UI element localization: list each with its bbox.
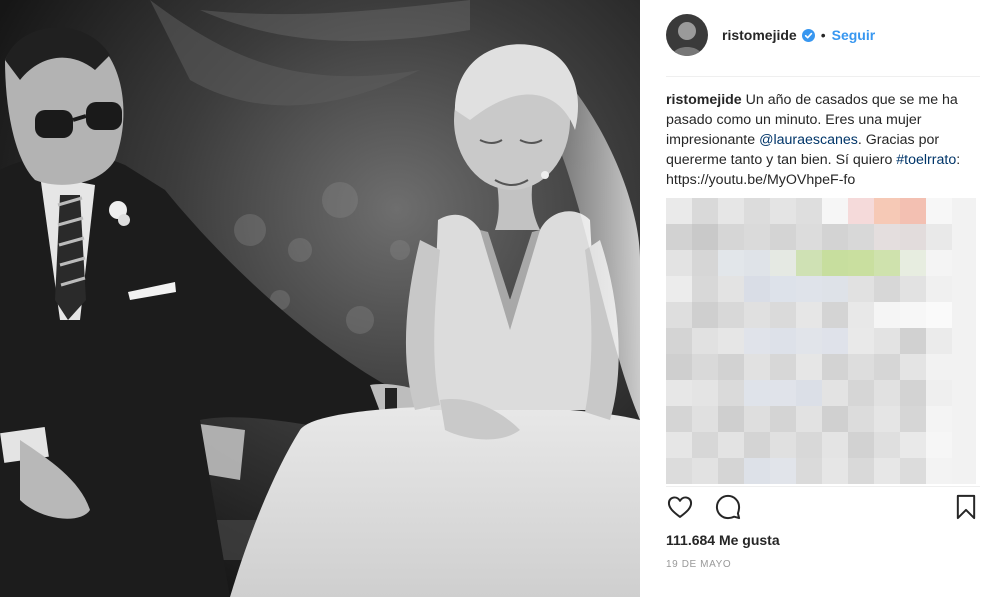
bookmark-icon [956,494,976,520]
username[interactable]: ristomejide [722,27,797,43]
post-date[interactable]: 19 de mayo [666,559,731,570]
avatar[interactable] [666,14,708,56]
post-sidebar: ristomejide • Seguir ristomejide Un año … [640,0,1000,597]
post-caption: ristomejide Un año de casados que se me … [666,90,982,190]
blurred-comments [666,198,976,484]
follow-button[interactable]: Seguir [832,27,876,43]
comment-bubble-icon [715,494,741,520]
separator-dot: • [820,27,826,43]
post-photo[interactable] [0,0,640,597]
actions-divider [666,486,980,487]
wedding-photo [0,0,640,597]
post-header: ristomejide • Seguir [666,14,976,56]
heart-icon [667,496,693,518]
post-actions [666,493,980,525]
caption-mention[interactable]: @lauraescanes [759,132,858,148]
like-button[interactable] [666,493,694,526]
verified-badge-icon [801,28,815,42]
like-count[interactable]: 111.684 Me gusta [666,532,780,548]
caption-username[interactable]: ristomejide [666,92,742,108]
save-button[interactable] [952,493,980,526]
header-divider [666,76,980,77]
comment-button[interactable] [714,493,742,526]
caption-hashtag[interactable]: #toelrrato [896,152,956,168]
